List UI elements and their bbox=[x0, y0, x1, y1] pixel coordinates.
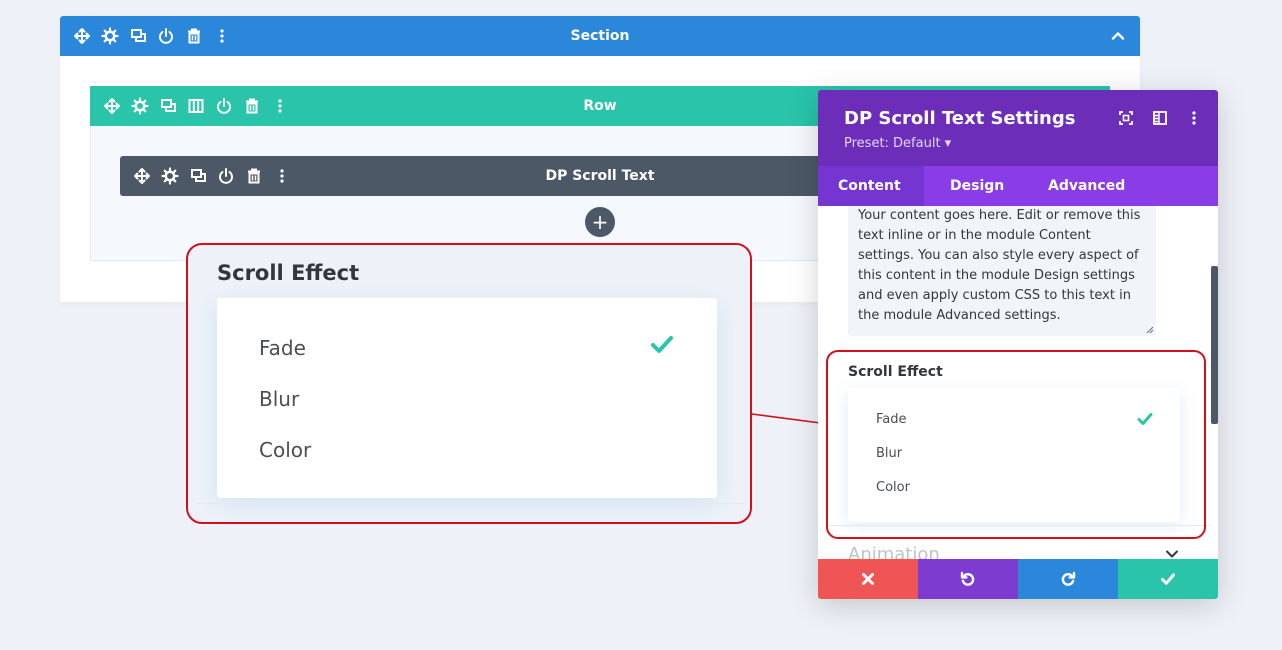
zoom-scroll-effect-label: Scroll Effect bbox=[217, 261, 360, 285]
preset-selector[interactable]: Preset: Default ▾ bbox=[844, 136, 951, 151]
undo-icon bbox=[960, 571, 975, 586]
panel-scrollbar[interactable] bbox=[1211, 266, 1218, 424]
redo-button[interactable] bbox=[1018, 559, 1118, 599]
section-toolbar[interactable]: Section bbox=[60, 16, 1140, 56]
chevron-up-icon[interactable] bbox=[1108, 26, 1128, 46]
tab-content[interactable]: Content bbox=[818, 166, 924, 206]
content-textarea[interactable]: Your content goes here. Edit or remove t… bbox=[848, 206, 1156, 336]
gear-icon[interactable] bbox=[130, 96, 150, 116]
zoom-divider bbox=[198, 503, 744, 504]
check-icon bbox=[651, 336, 673, 353]
section-toolbar-icons bbox=[72, 16, 232, 56]
close-icon bbox=[862, 573, 874, 585]
tab-advanced[interactable]: Advanced bbox=[1028, 166, 1145, 206]
columns-icon[interactable] bbox=[186, 96, 206, 116]
move-icon[interactable] bbox=[72, 26, 92, 46]
trash-icon[interactable] bbox=[184, 26, 204, 46]
chevron-down-icon[interactable] bbox=[1164, 546, 1180, 559]
zoom-option-fade: Fade bbox=[259, 336, 306, 360]
move-icon[interactable] bbox=[132, 166, 152, 186]
animation-toggle-title[interactable]: Animation bbox=[848, 544, 940, 559]
check-icon bbox=[1161, 573, 1175, 585]
panel-tabs: Content Design Advanced bbox=[818, 166, 1218, 206]
sidebar-layout-icon[interactable] bbox=[1150, 108, 1170, 128]
expand-icon[interactable] bbox=[1116, 108, 1136, 128]
power-icon[interactable] bbox=[216, 166, 236, 186]
zoom-scroll-effect-dropdown: Fade Blur Color bbox=[217, 298, 717, 498]
panel-footer bbox=[818, 559, 1218, 599]
panel-header[interactable]: DP Scroll Text Settings Preset: Default … bbox=[818, 90, 1218, 166]
undo-button[interactable] bbox=[918, 559, 1018, 599]
move-icon[interactable] bbox=[102, 96, 122, 116]
trash-icon[interactable] bbox=[242, 96, 262, 116]
redo-icon bbox=[1061, 571, 1076, 586]
save-button[interactable] bbox=[1118, 559, 1218, 599]
panel-title: DP Scroll Text Settings bbox=[844, 108, 1076, 129]
more-icon[interactable] bbox=[270, 96, 290, 116]
trash-icon[interactable] bbox=[244, 166, 264, 186]
add-module-button[interactable]: + bbox=[585, 207, 615, 237]
power-icon[interactable] bbox=[156, 26, 176, 46]
zoom-option-color: Color bbox=[259, 438, 312, 462]
zoom-option-blur: Blur bbox=[259, 387, 300, 411]
duplicate-icon[interactable] bbox=[158, 96, 178, 116]
discard-button[interactable] bbox=[818, 559, 918, 599]
more-icon[interactable] bbox=[1184, 108, 1204, 128]
gear-icon[interactable] bbox=[160, 166, 180, 186]
more-icon[interactable] bbox=[272, 166, 292, 186]
content-text: Your content goes here. Edit or remove t… bbox=[858, 208, 1141, 323]
panel-actions bbox=[1116, 108, 1204, 128]
duplicate-icon[interactable] bbox=[128, 26, 148, 46]
module-toolbar-icons bbox=[132, 156, 292, 196]
row-toolbar-icons bbox=[102, 86, 290, 126]
duplicate-icon[interactable] bbox=[188, 166, 208, 186]
power-icon[interactable] bbox=[214, 96, 234, 116]
scroll-effect-highlight-outline bbox=[826, 350, 1206, 539]
gear-icon[interactable] bbox=[100, 26, 120, 46]
resize-handle-icon[interactable] bbox=[1146, 326, 1154, 334]
more-icon[interactable] bbox=[212, 26, 232, 46]
tab-design[interactable]: Design bbox=[930, 166, 1024, 206]
